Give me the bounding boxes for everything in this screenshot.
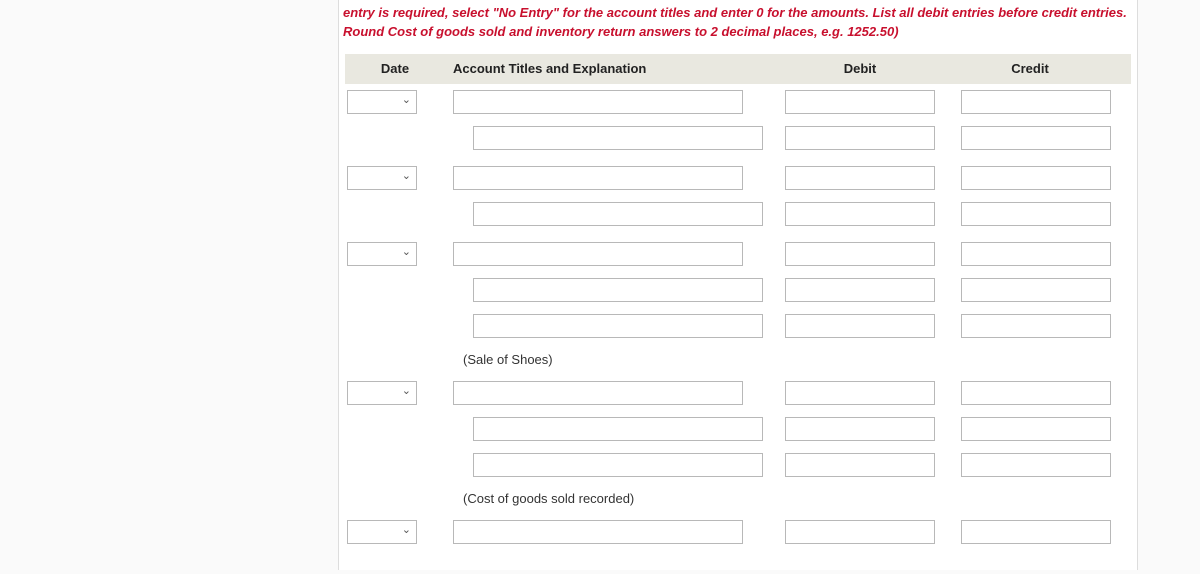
debit-input[interactable] [785, 520, 935, 544]
credit-input[interactable] [961, 314, 1111, 338]
debit-input[interactable] [785, 417, 935, 441]
credit-input[interactable] [961, 166, 1111, 190]
account-input[interactable] [473, 417, 763, 441]
header-date: Date [345, 61, 445, 76]
entry-note: (Cost of goods sold recorded) [345, 483, 1131, 514]
debit-input[interactable] [785, 202, 935, 226]
table-row [345, 236, 1131, 272]
debit-input[interactable] [785, 314, 935, 338]
header-debit: Debit [775, 61, 945, 76]
credit-input[interactable] [961, 202, 1111, 226]
account-input[interactable] [473, 126, 763, 150]
debit-input[interactable] [785, 126, 935, 150]
debit-input[interactable] [785, 278, 935, 302]
credit-input[interactable] [961, 242, 1111, 266]
table-row [345, 120, 1131, 156]
account-input[interactable] [453, 520, 743, 544]
entry-note: (Sale of Shoes) [345, 344, 1131, 375]
debit-input[interactable] [785, 90, 935, 114]
table-row [345, 272, 1131, 308]
debit-input[interactable] [785, 453, 935, 477]
credit-input[interactable] [961, 278, 1111, 302]
debit-input[interactable] [785, 242, 935, 266]
header-account: Account Titles and Explanation [445, 61, 775, 76]
journal-entry-form: entry is required, select "No Entry" for… [338, 0, 1138, 570]
table-row [345, 84, 1131, 120]
instruction-text: entry is required, select "No Entry" for… [339, 4, 1137, 54]
account-input[interactable] [473, 314, 763, 338]
header-credit: Credit [945, 61, 1115, 76]
account-input[interactable] [453, 166, 743, 190]
account-input[interactable] [473, 278, 763, 302]
date-select[interactable] [347, 381, 417, 405]
table-row [345, 160, 1131, 196]
date-select[interactable] [347, 242, 417, 266]
debit-input[interactable] [785, 166, 935, 190]
credit-input[interactable] [961, 126, 1111, 150]
table-row [345, 375, 1131, 411]
table-row [345, 196, 1131, 232]
table-row [345, 308, 1131, 344]
debit-input[interactable] [785, 381, 935, 405]
credit-input[interactable] [961, 417, 1111, 441]
table-header: Date Account Titles and Explanation Debi… [345, 54, 1131, 84]
credit-input[interactable] [961, 381, 1111, 405]
table-row [345, 411, 1131, 447]
account-input[interactable] [473, 202, 763, 226]
account-input[interactable] [453, 381, 743, 405]
table-row [345, 447, 1131, 483]
account-input[interactable] [453, 242, 743, 266]
credit-input[interactable] [961, 90, 1111, 114]
table-row [345, 514, 1131, 550]
date-select[interactable] [347, 520, 417, 544]
account-input[interactable] [473, 453, 763, 477]
date-select[interactable] [347, 166, 417, 190]
credit-input[interactable] [961, 453, 1111, 477]
credit-input[interactable] [961, 520, 1111, 544]
account-input[interactable] [453, 90, 743, 114]
date-select[interactable] [347, 90, 417, 114]
